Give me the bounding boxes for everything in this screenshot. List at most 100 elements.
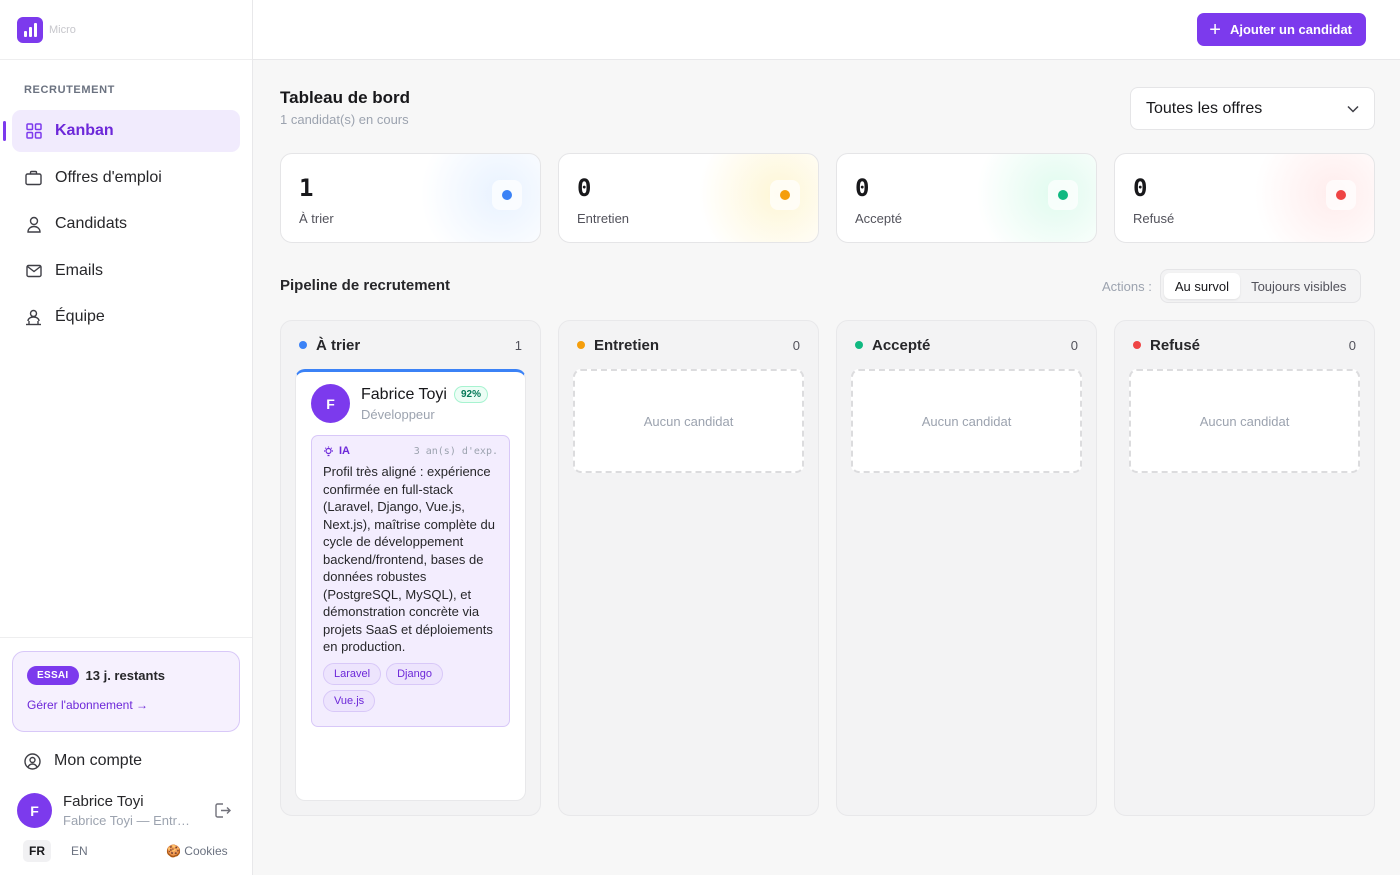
ai-summary: IA 3 an(s) d'exp. Profil très aligné : e…: [311, 435, 510, 727]
brand[interactable]: Micro: [0, 0, 252, 60]
pipeline-title: Pipeline de recrutement: [280, 277, 451, 294]
mode-hover-button[interactable]: Au survol: [1163, 273, 1241, 299]
column-title: Refusé: [1150, 336, 1201, 354]
column-header: Accepté 0: [851, 321, 1082, 369]
sidebar-item-label: Emails: [55, 261, 104, 279]
account-link[interactable]: Mon compte: [24, 750, 142, 772]
manage-subscription-link[interactable]: Gérer l'abonnement →: [27, 698, 225, 712]
skill-tag: Vue.js: [323, 689, 376, 712]
sidebar-item-equipe[interactable]: Équipe: [12, 296, 240, 338]
logout-icon[interactable]: [214, 802, 231, 819]
status-dot: [1133, 341, 1141, 349]
avatar: F: [311, 384, 350, 423]
status-dot: [780, 190, 790, 200]
lightbulb-icon: [324, 446, 333, 456]
trial-badge: ESSAI: [27, 666, 79, 685]
status-dot: [1336, 190, 1346, 200]
plus-icon: +: [1209, 18, 1221, 41]
sidebar-item-label: Offres d'emploi: [55, 168, 162, 186]
status-dot: [855, 341, 863, 349]
status-dot: [577, 341, 585, 349]
sidebar-item-label: Kanban: [55, 122, 114, 139]
stat-glow: [698, 154, 818, 242]
column-header: Entretien 0: [573, 321, 804, 369]
team-icon: [25, 309, 42, 326]
lang-en[interactable]: EN: [65, 840, 94, 862]
column-title: À trier: [316, 336, 361, 354]
sidebar-item-label: Équipe: [55, 308, 105, 326]
offer-filter-select[interactable]: Toutes les offres: [1130, 87, 1375, 130]
candidate-card[interactable]: F Fabrice Toyi 92% Développeur IA 3 an(s…: [295, 369, 526, 801]
column-count: 0: [1070, 337, 1078, 353]
stat-glow: [1254, 154, 1374, 242]
mail-icon: [25, 262, 42, 279]
stats-row: 1 À trier 0 Entretien 0 Accepté 0 Refusé: [280, 153, 1375, 243]
skill-tag: Laravel: [323, 662, 382, 685]
column-count: 0: [1348, 337, 1356, 353]
ai-tag: IA: [323, 445, 350, 457]
sidebar-item-emails[interactable]: Emails: [12, 250, 240, 292]
page-subtitle: 1 candidat(s) en cours: [280, 112, 409, 127]
page-title: Tableau de bord: [280, 88, 411, 107]
column-header: À trier 1: [295, 321, 526, 369]
sidebar-nav: Kanban Offres d'emploi Candidats Emails …: [3, 110, 240, 343]
sidebar-item-kanban[interactable]: Kanban: [3, 110, 240, 152]
status-dot: [299, 341, 307, 349]
kanban-column-entretien: Entretien 0 Aucun candidat: [558, 320, 819, 816]
experience-years: 3 an(s) d'exp.: [413, 445, 498, 457]
grid-icon: [25, 123, 42, 140]
divider: [0, 637, 252, 638]
candidate-role: Développeur: [361, 406, 435, 422]
cookies-link[interactable]: 🍪 Cookies: [166, 844, 228, 858]
user-icon: [25, 216, 42, 233]
kanban-column-accepte: Accepté 0 Aucun candidat: [836, 320, 1097, 816]
stat-card-entretien: 0 Entretien: [558, 153, 819, 243]
chevron-down-icon: [1347, 100, 1359, 118]
topbar: + Ajouter un candidat: [253, 0, 1400, 60]
column-header: Refusé 0: [1129, 321, 1360, 369]
skill-tag: Django: [386, 662, 443, 685]
column-title: Entretien: [594, 336, 660, 354]
sidebar-item-label: Candidats: [55, 215, 128, 233]
empty-dropzone[interactable]: Aucun candidat: [851, 369, 1082, 473]
sidebar-item-offres[interactable]: Offres d'emploi: [12, 157, 240, 199]
user-circle-icon: [24, 752, 41, 770]
kanban-board: À trier 1 F Fabrice Toyi 92% Développeur: [280, 320, 1375, 816]
language-switcher: FR EN: [23, 840, 110, 862]
actions-label: Actions :: [1102, 278, 1152, 294]
logo-icon: [17, 16, 43, 43]
actions-toggle: Actions : Au survol Toujours visibles: [1102, 269, 1362, 303]
nav-section-label: RECRUTEMENT: [24, 84, 115, 96]
user-name: Fabrice Toyi: [63, 793, 144, 810]
trial-days-left: 13 j. restants: [85, 668, 166, 683]
candidate-name: Fabrice Toyi: [361, 385, 447, 403]
stat-card-a-trier: 1 À trier: [280, 153, 541, 243]
ai-summary-text: Profil très aligné : expérience confirmé…: [323, 464, 495, 654]
ai-label: IA: [339, 445, 350, 457]
lang-fr[interactable]: FR: [23, 840, 51, 862]
column-count: 1: [514, 337, 522, 353]
user-company: Fabrice Toyi — Entreprise: [63, 813, 197, 828]
user-profile: F Fabrice Toyi Fabrice Toyi — Entreprise: [17, 793, 237, 828]
column-title: Accepté: [872, 336, 931, 354]
trial-banner: ESSAI 13 j. restants Gérer l'abonnement …: [12, 651, 240, 732]
add-candidate-label: Ajouter un candidat: [1229, 22, 1352, 37]
sidebar: Micro RECRUTEMENT Kanban Offres d'emploi…: [0, 0, 253, 875]
stat-card-accepte: 0 Accepté: [836, 153, 1097, 243]
brand-name: Micro: [49, 23, 76, 36]
kanban-column-refuse: Refusé 0 Aucun candidat: [1114, 320, 1375, 816]
stat-card-refuse: 0 Refusé: [1114, 153, 1375, 243]
status-dot: [1058, 190, 1068, 200]
account-label: Mon compte: [54, 752, 143, 769]
avatar: F: [17, 793, 52, 828]
empty-dropzone[interactable]: Aucun candidat: [1129, 369, 1360, 473]
stat-glow: [976, 154, 1096, 242]
mode-always-visible-button[interactable]: Toujours visibles: [1240, 273, 1357, 299]
match-score-badge: 92%: [453, 386, 488, 403]
briefcase-icon: [25, 169, 42, 186]
sidebar-item-candidats[interactable]: Candidats: [12, 203, 240, 245]
add-candidate-button[interactable]: + Ajouter un candidat: [1197, 13, 1366, 46]
stat-glow: [420, 154, 540, 242]
empty-dropzone[interactable]: Aucun candidat: [573, 369, 804, 473]
column-count: 0: [792, 337, 800, 353]
